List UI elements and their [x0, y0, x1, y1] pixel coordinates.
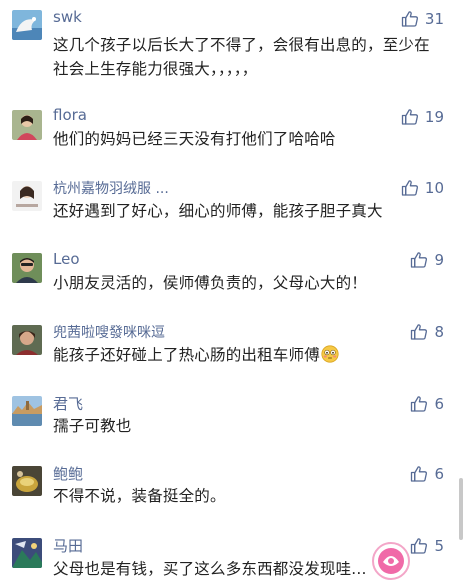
like-button[interactable]: 6 [410, 463, 444, 485]
avatar[interactable] [12, 10, 42, 40]
like-count: 19 [424, 108, 444, 126]
username[interactable]: 鲍鲍 [53, 463, 83, 484]
like-button[interactable]: 31 [401, 8, 444, 30]
comment-list: swk 31 这几个孩子以后长大了不得了，会很有出息的，至少在社会上生存能力很强… [0, 0, 464, 587]
like-count: 5 [434, 537, 444, 555]
avatar[interactable] [12, 538, 42, 568]
comment-item: flora 19 他们的妈妈已经三天没有打他们了哈哈哈 [0, 96, 464, 168]
comment-item: Leo 9 小朋友灵活的，侯师傅负责的，父母心大的！ [0, 240, 464, 312]
watermark-logo-icon [372, 542, 410, 580]
avatar[interactable] [12, 181, 42, 211]
like-button[interactable]: 8 [410, 321, 444, 343]
comment-text: 能孩子还好碰上了热心肠的出租车师傅 [53, 343, 443, 367]
comment-text: 不得不说，装备挺全的。 [53, 487, 226, 505]
comment-text-body: 能孩子还好碰上了热心肠的出租车师傅 [53, 346, 320, 364]
avatar[interactable] [12, 253, 42, 283]
thumbs-up-icon [401, 179, 419, 197]
thumbs-up-icon [401, 108, 419, 126]
like-button[interactable]: 9 [410, 249, 444, 271]
username[interactable]: 马田 [53, 535, 83, 556]
avatar[interactable] [12, 396, 42, 426]
like-count: 6 [434, 395, 444, 413]
scrollbar[interactable] [459, 478, 463, 540]
username[interactable]: 杭州嘉物羽绒服 ... [53, 178, 169, 198]
username[interactable]: flora [53, 106, 87, 124]
thumbs-up-icon [401, 10, 419, 28]
avatar[interactable] [12, 466, 42, 496]
thumbs-up-icon [410, 465, 428, 483]
username[interactable]: 君飞 [53, 393, 83, 414]
username[interactable]: 兜茜啦嗖發咪咪逗 [53, 322, 165, 342]
thumbs-up-icon [410, 395, 428, 413]
like-button[interactable]: 19 [401, 106, 444, 128]
comment-item: swk 31 这几个孩子以后长大了不得了，会很有出息的，至少在社会上生存能力很强… [0, 0, 464, 96]
comment-item: 鲍鲍 6 不得不说，装备挺全的。 [0, 456, 464, 528]
like-button[interactable]: 10 [401, 177, 444, 199]
comment-item: 兜茜啦嗖發咪咪逗 8 能孩子还好碰上了热心肠的出租车师傅 [0, 312, 464, 384]
username[interactable]: Leo [53, 250, 80, 268]
like-count: 9 [434, 251, 444, 269]
comment-text: 还好遇到了好心，细心的师傅，能孩子胆子真大 [53, 202, 383, 220]
username[interactable]: swk [53, 8, 82, 26]
thumbs-up-icon [410, 251, 428, 269]
like-button[interactable]: 5 [410, 535, 444, 557]
avatar[interactable] [12, 325, 42, 355]
like-count: 6 [434, 465, 444, 483]
comment-text: 这几个孩子以后长大了不得了，会很有出息的，至少在社会上生存能力很强大，，，，， [53, 36, 430, 78]
comment-text: 小朋友灵活的，侯师傅负责的，父母心大的！ [53, 274, 368, 292]
flushed-face-emoji-icon [321, 345, 339, 363]
comment-item: 杭州嘉物羽绒服 ... 10 还好遇到了好心，细心的师傅，能孩子胆子真大 [0, 168, 464, 240]
thumbs-up-icon [410, 323, 428, 341]
like-button[interactable]: 6 [410, 393, 444, 415]
comment-text: 父母也是有钱，买了这么多东西都没发现哇... [53, 560, 367, 578]
like-count: 10 [424, 179, 444, 197]
comment-text: 孺子可教也 [53, 417, 132, 435]
like-count: 31 [424, 10, 444, 28]
avatar[interactable] [12, 110, 42, 140]
comment-item: 君飞 6 孺子可教也 [0, 384, 464, 456]
thumbs-up-icon [410, 537, 428, 555]
like-count: 8 [434, 323, 444, 341]
comment-text: 他们的妈妈已经三天没有打他们了哈哈哈 [53, 130, 336, 148]
